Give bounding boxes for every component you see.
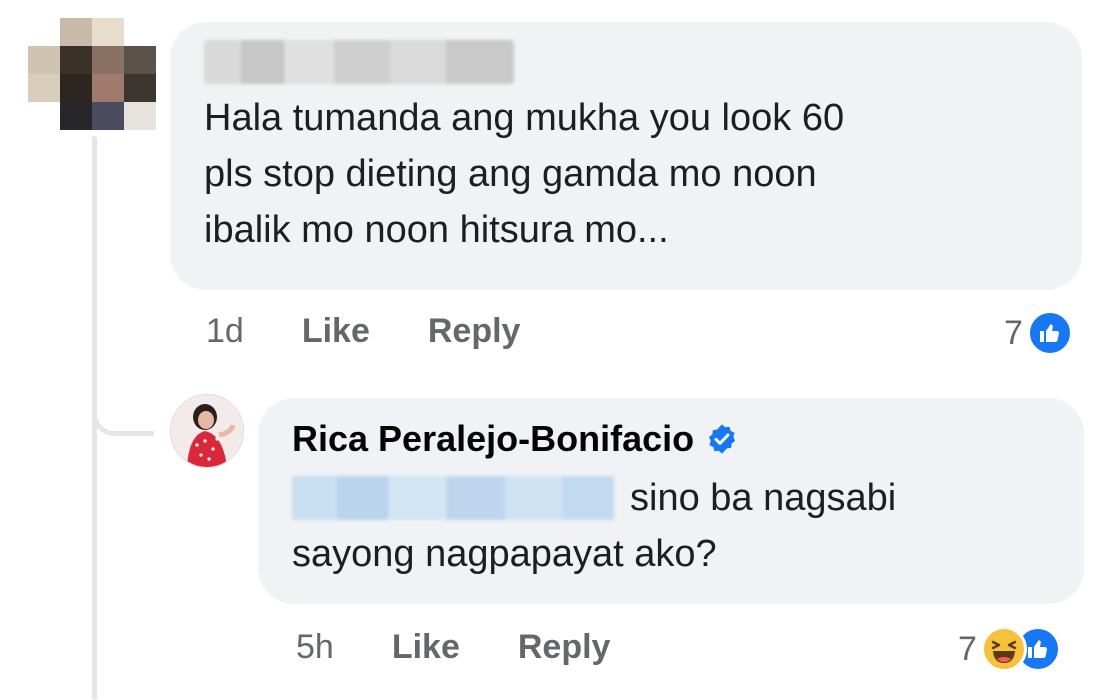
- reply-bubble: Rica Peralejo-Bonifacio sino ba nagsabi …: [258, 398, 1084, 604]
- reply-author-name[interactable]: Rica Peralejo-Bonifacio: [292, 418, 694, 460]
- reply-timestamp[interactable]: 5h: [296, 628, 334, 667]
- verified-badge-icon: [709, 424, 736, 454]
- haha-icon: [980, 626, 1027, 672]
- reply-connector: [92, 380, 154, 436]
- comment-timestamp[interactable]: 1d: [206, 312, 244, 351]
- reply-reply-button[interactable]: Reply: [518, 628, 611, 667]
- reaction-count: 7: [1004, 313, 1023, 352]
- comment-reply-button[interactable]: Reply: [428, 312, 521, 351]
- reply-text-line1: sino ba nagsabi: [630, 477, 897, 519]
- reply-like-button[interactable]: Like: [392, 628, 460, 667]
- reaction-count: 7: [958, 629, 977, 668]
- reply-reactions[interactable]: 7: [958, 626, 1061, 672]
- comment-actions: 1d Like Reply: [206, 312, 520, 351]
- redacted-mention[interactable]: [292, 476, 614, 520]
- redacted-commenter-name[interactable]: [204, 40, 514, 84]
- reply-author-avatar[interactable]: [170, 394, 244, 468]
- comment-reactions[interactable]: 7: [1004, 310, 1073, 356]
- commenter-avatar[interactable]: [28, 18, 156, 130]
- reply-actions: 5h Like Reply: [296, 628, 610, 667]
- comment-like-button[interactable]: Like: [302, 312, 370, 351]
- comment-bubble: Hala tumanda ang mukha you look 60 pls s…: [170, 22, 1082, 290]
- comment-text: Hala tumanda ang mukha you look 60 pls s…: [204, 97, 845, 251]
- like-icon: [1026, 310, 1073, 356]
- reply-text-line2: sayong nagpapayat ako?: [292, 533, 717, 575]
